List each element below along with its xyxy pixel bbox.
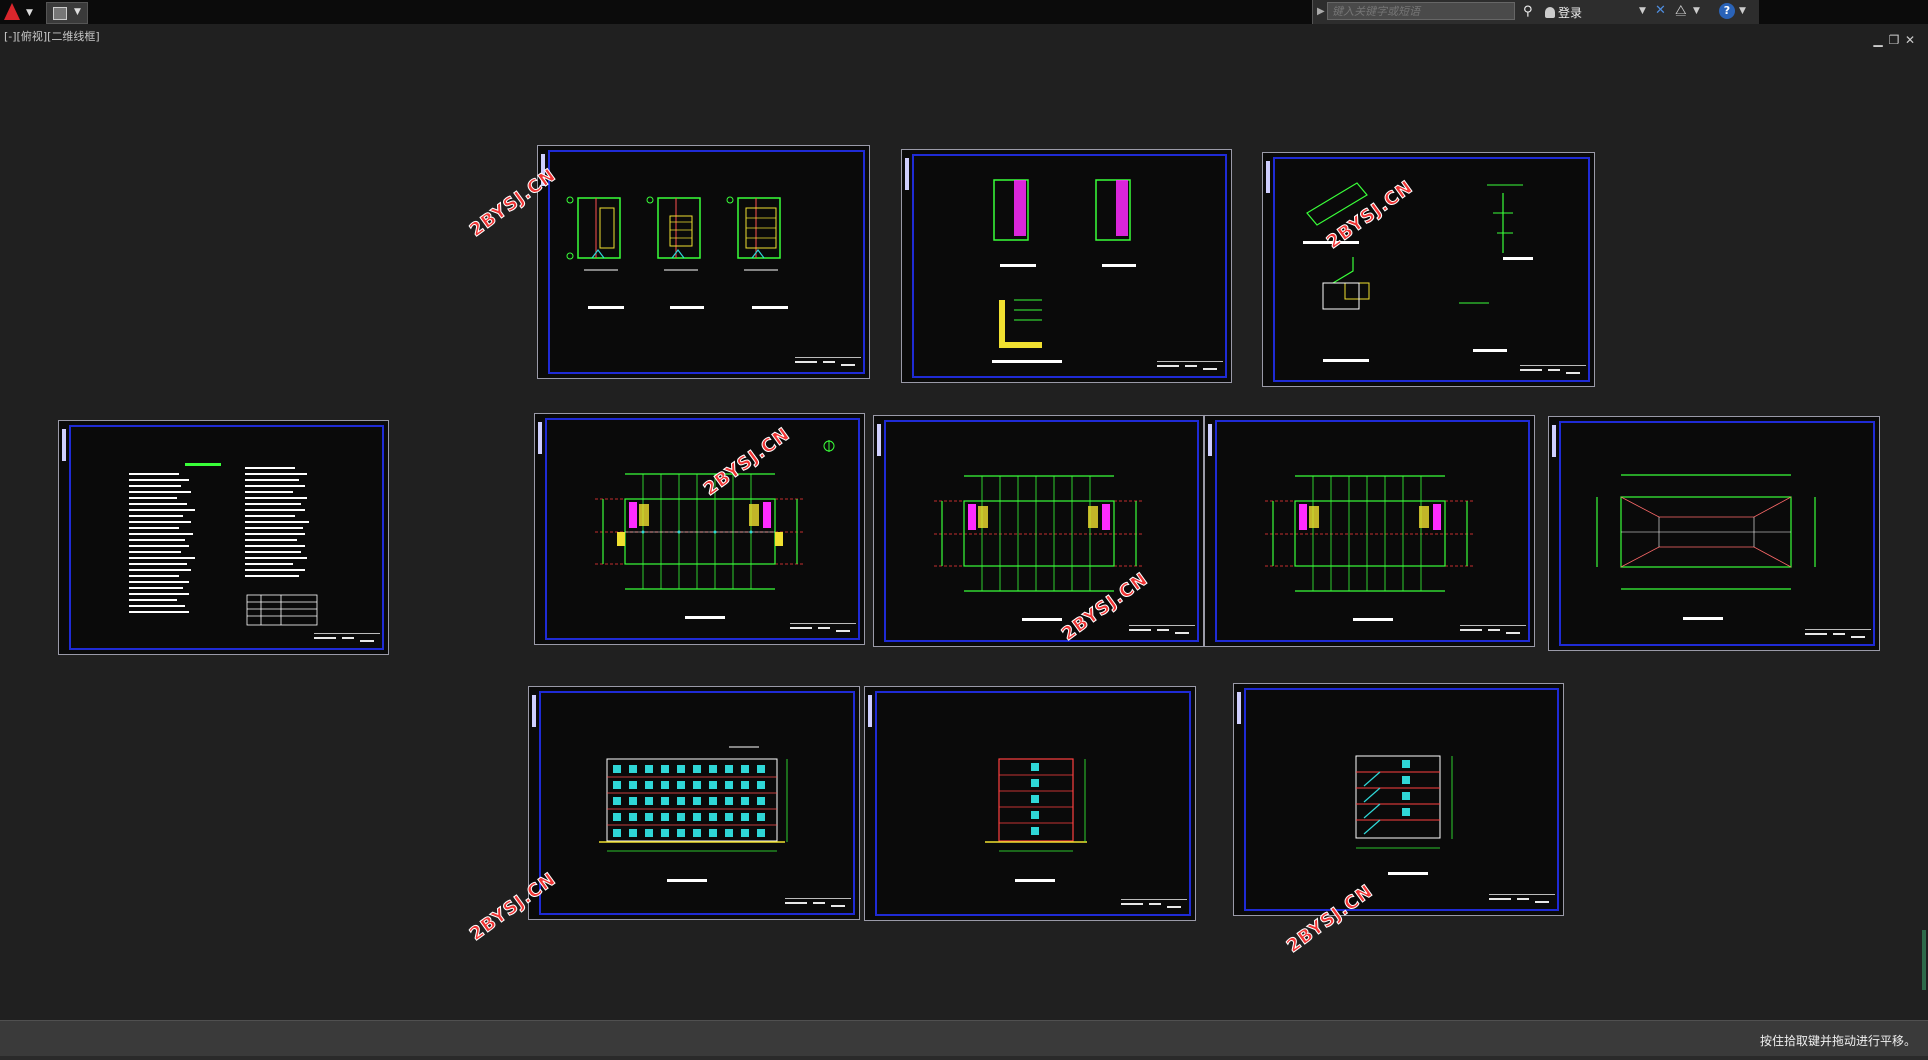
- title-block: [1520, 365, 1586, 378]
- sheet-side-elevation[interactable]: [864, 686, 1196, 921]
- bottom-edge: [0, 1056, 1928, 1060]
- exchange-apps-icon[interactable]: ✕: [1655, 3, 1666, 18]
- chevron-down-icon: ▼: [74, 7, 81, 17]
- viewport-controls-label[interactable]: [-][俯视][二维线框]: [4, 28, 100, 44]
- sheet-stair-details[interactable]: [537, 145, 870, 379]
- floor-plan-drawing: [595, 440, 835, 619]
- toilet-plans-drawing: [992, 179, 1136, 363]
- title-block: [785, 898, 851, 911]
- floor-plan-drawing: [1265, 475, 1475, 621]
- application-menu-button[interactable]: ▼: [2, 2, 38, 22]
- login-button[interactable]: 登录: [1545, 4, 1582, 21]
- title-block: [1157, 361, 1223, 374]
- sheet-ground-floor-plan[interactable]: [534, 413, 865, 645]
- a360-icon[interactable]: ⧋: [1675, 3, 1687, 18]
- command-status-bar: 按住拾取键并拖动进行平移。: [0, 1020, 1928, 1057]
- chevron-down-icon[interactable]: ▼: [1739, 6, 1746, 16]
- restore-icon[interactable]: ❐: [1886, 33, 1902, 47]
- design-notes-drawing: [129, 463, 318, 626]
- title-block: [1489, 894, 1555, 907]
- document-edit-icon: [53, 7, 67, 20]
- login-label: 登录: [1558, 6, 1583, 20]
- roof-plan-drawing: [1596, 474, 1816, 620]
- title-block: [790, 623, 856, 636]
- title-block: [314, 633, 380, 646]
- sheet-front-elevation[interactable]: [528, 686, 860, 920]
- title-block: [1121, 899, 1187, 912]
- status-message: 按住拾取键并拖动进行平移。: [1759, 1034, 1916, 1048]
- title-block: [1460, 625, 1526, 638]
- minimize-icon[interactable]: ▁: [1870, 33, 1886, 47]
- section-drawing: [1355, 755, 1453, 875]
- elevation-drawing: [985, 758, 1087, 882]
- chevron-down-icon: ▼: [26, 8, 33, 18]
- help-icon[interactable]: ?: [1719, 3, 1735, 19]
- binoculars-icon[interactable]: ⚲: [1523, 4, 1533, 19]
- floor-plan-drawing: [934, 475, 1144, 621]
- stair-plans-drawing: [566, 196, 788, 309]
- sheet-section[interactable]: [1233, 683, 1564, 916]
- sheet-toilet-details[interactable]: [901, 149, 1232, 383]
- user-icon: [1545, 7, 1555, 18]
- elevation-drawing: [599, 746, 788, 882]
- chevron-down-icon[interactable]: ▼: [1693, 6, 1700, 16]
- title-block: [1805, 629, 1871, 642]
- sheet-second-floor-plan[interactable]: [873, 415, 1204, 647]
- sheet-standard-floor-plan[interactable]: [1204, 415, 1535, 647]
- expand-toggle-icon[interactable]: ▶: [1317, 6, 1325, 17]
- sheet-roof-plan[interactable]: [1548, 416, 1880, 651]
- chevron-down-icon[interactable]: ▼: [1639, 6, 1646, 16]
- info-center: ▶ ⚲ 登录 ▼ ✕ ⧋ ▼ ? ▼: [1312, 0, 1759, 24]
- sheet-design-notes[interactable]: [58, 420, 389, 655]
- node-details-drawing: [1303, 182, 1533, 362]
- title-bar: ▼ ▼ ▶ ⚲ 登录 ▼ ✕ ⧋ ▼ ? ▼: [0, 0, 1928, 24]
- sheet-node-details[interactable]: [1262, 152, 1595, 387]
- title-block: [1129, 625, 1195, 638]
- quick-access-toolbar-button[interactable]: ▼: [46, 2, 88, 24]
- scrollbar[interactable]: [1922, 930, 1926, 990]
- drawing-window-controls: ▁ ❐ ✕: [1870, 29, 1918, 48]
- close-icon[interactable]: ✕: [1902, 33, 1918, 47]
- search-input[interactable]: [1327, 2, 1515, 20]
- autocad-a-icon: [4, 3, 20, 20]
- title-block: [795, 357, 861, 370]
